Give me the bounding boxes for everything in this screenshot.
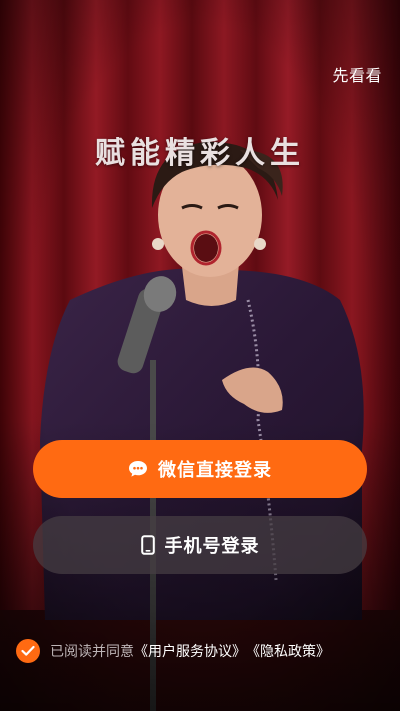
phone-login-button[interactable]: 手机号登录: [33, 516, 367, 574]
login-screen: 先看看 赋能精彩人生 微信直接登录 手机号登录 已阅读并同意 《用户服务协议》 …: [0, 0, 400, 711]
phone-login-label: 手机号登录: [164, 536, 260, 557]
check-icon: [21, 645, 35, 656]
terms-link[interactable]: 《用户服务协议》: [134, 641, 246, 661]
slogan-text: 赋能精彩人生: [95, 136, 305, 171]
agreement-checkbox[interactable]: [16, 639, 40, 663]
wechat-login-label: 微信直接登录: [158, 460, 272, 481]
background-image: [0, 0, 400, 711]
chat-bubble-icon: [128, 460, 148, 478]
mobile-phone-icon: [140, 535, 155, 555]
wechat-login-button[interactable]: 微信直接登录: [33, 440, 367, 498]
agreement-prefix: 已阅读并同意: [50, 644, 134, 660]
agreement-row: 已阅读并同意 《用户服务协议》 《隐私政策》: [16, 638, 392, 664]
skip-button[interactable]: 先看看: [332, 62, 382, 86]
privacy-link[interactable]: 《隐私政策》: [246, 641, 330, 661]
